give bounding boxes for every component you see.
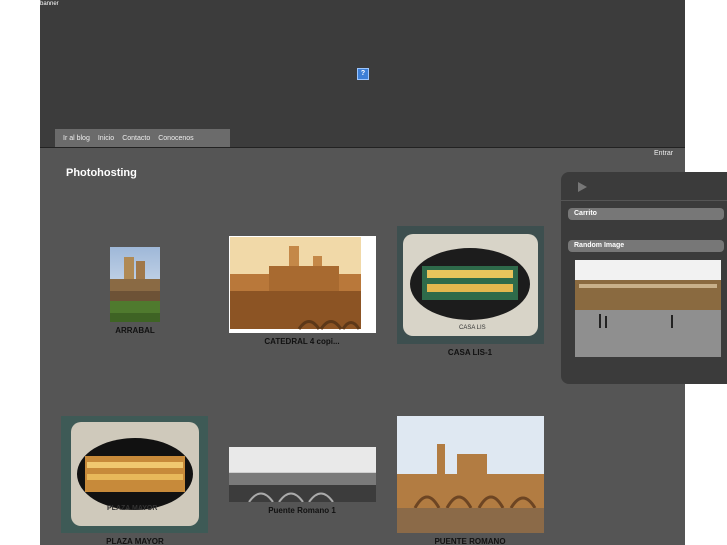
photo-text-plaza-mayor: PLAZA MAYOR xyxy=(107,505,157,512)
gallery-caption-arrabal[interactable]: ARRABAL xyxy=(95,326,175,335)
gallery-thumb-catedral[interactable] xyxy=(229,236,376,333)
nav-item-contact[interactable]: Contacto xyxy=(114,135,150,142)
missing-plugin-icon[interactable]: ? xyxy=(357,68,369,80)
login-link[interactable]: Entrar xyxy=(654,150,673,157)
photo-text-casa-lis: CASA LIS xyxy=(459,325,486,331)
gallery-caption-plaza-mayor[interactable]: PLAZA MAYOR xyxy=(85,537,185,545)
play-icon[interactable] xyxy=(578,182,587,192)
gallery-thumb-plaza-mayor[interactable]: PLAZA MAYOR xyxy=(61,416,208,533)
nav-item-blog[interactable]: Ir al blog xyxy=(55,135,90,142)
page-title: Photohosting xyxy=(66,167,137,179)
banner: banner ? Ir al blog Inicio Contacto Cono… xyxy=(40,0,685,148)
side-panel-header xyxy=(561,172,727,201)
banner-label: banner xyxy=(40,1,59,7)
side-panel: Carrito Random Image xyxy=(561,172,727,384)
nav-item-about[interactable]: Conocenos xyxy=(150,135,193,142)
gallery-thumb-arrabal[interactable] xyxy=(110,247,160,322)
nav-bar: Ir al blog Inicio Contacto Conocenos xyxy=(55,129,230,147)
gallery-thumb-casa-lis[interactable]: CASA LIS xyxy=(397,226,544,344)
random-image[interactable] xyxy=(575,260,721,357)
cart-button[interactable]: Carrito xyxy=(568,208,724,220)
gallery-caption-puente-romano-1[interactable]: Puente Romano 1 xyxy=(252,506,352,515)
gallery-caption-casa-lis[interactable]: CASA LIS-1 xyxy=(420,348,520,357)
gallery-thumb-puente-romano[interactable] xyxy=(397,416,544,533)
gallery-caption-puente-romano[interactable]: PUENTE ROMANO xyxy=(420,537,520,545)
gallery-thumb-puente-romano-1[interactable] xyxy=(229,447,376,502)
random-image-header[interactable]: Random Image xyxy=(568,240,724,252)
nav-item-home[interactable]: Inicio xyxy=(90,135,114,142)
gallery-caption-catedral[interactable]: CATEDRAL 4 copi... xyxy=(252,337,352,346)
